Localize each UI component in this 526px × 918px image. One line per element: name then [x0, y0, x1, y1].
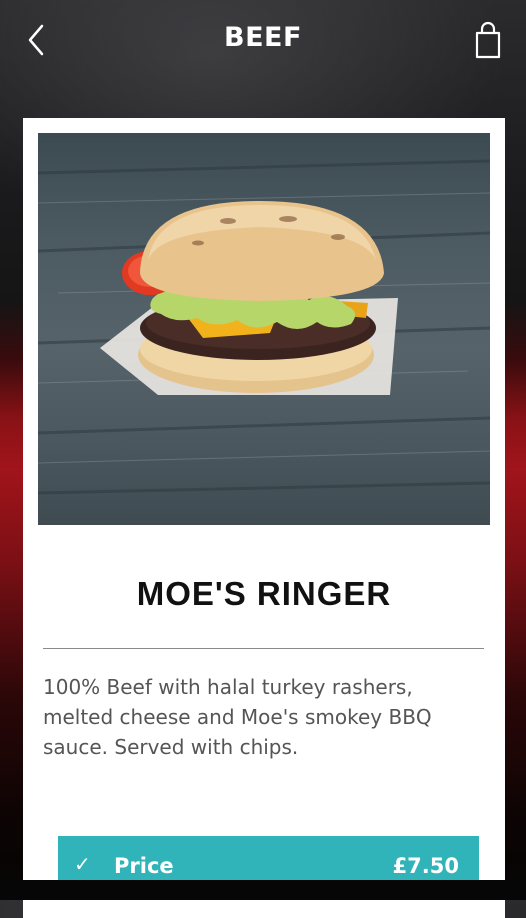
bottom-strip: [0, 880, 526, 900]
shopping-bag-icon: [475, 21, 501, 59]
cart-button[interactable]: [468, 18, 508, 62]
top-bar: BEEF: [0, 0, 526, 80]
price-label: Price: [114, 854, 174, 878]
price-value: £7.50: [392, 854, 459, 878]
divider: [43, 648, 484, 649]
product-card: MOE'S RINGER 100% Beef with halal turkey…: [23, 118, 505, 918]
product-description: 100% Beef with halal turkey rashers, mel…: [43, 675, 432, 759]
page-title: BEEF: [224, 22, 302, 53]
burger-photo: [38, 133, 490, 525]
product-name: MOE'S RINGER: [136, 575, 392, 612]
checkmark-icon: ✓: [74, 852, 91, 876]
burger-illustration: [38, 159, 490, 495]
